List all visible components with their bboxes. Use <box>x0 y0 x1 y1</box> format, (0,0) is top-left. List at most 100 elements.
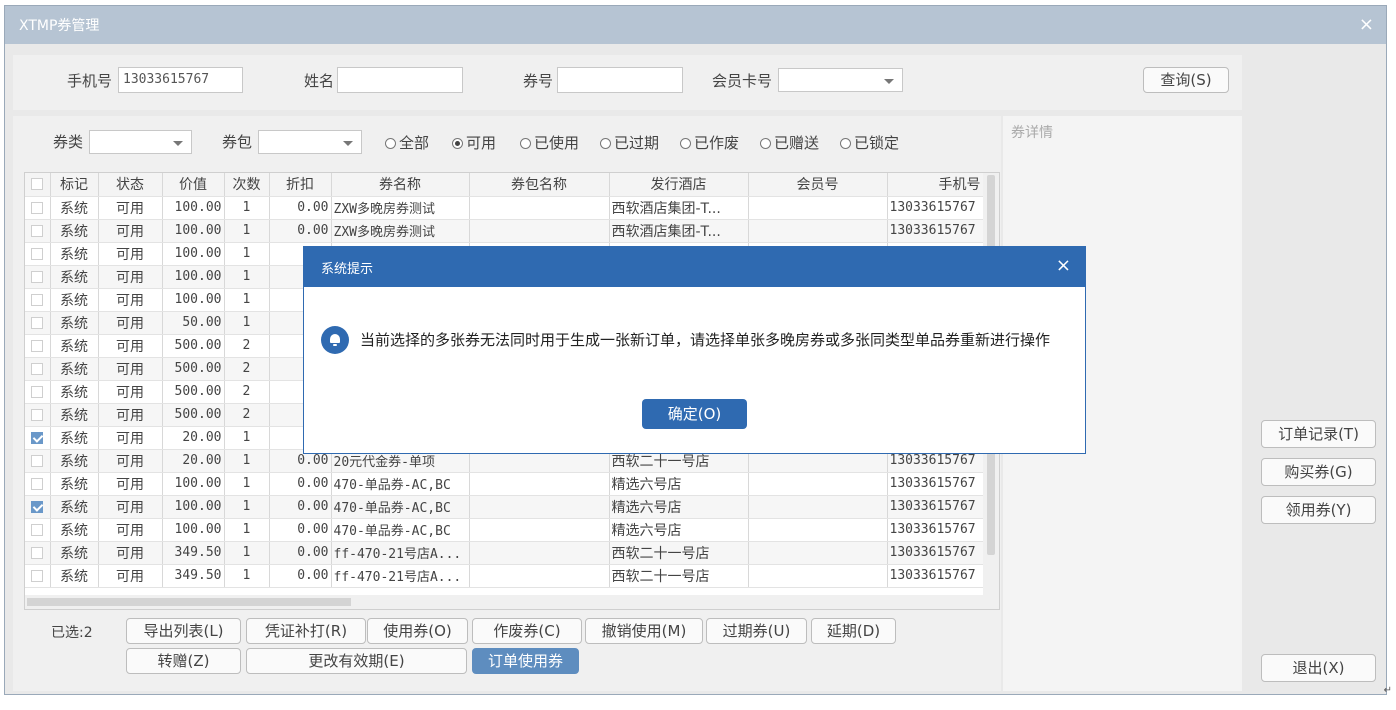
row-checkbox[interactable] <box>25 242 51 266</box>
cell-member <box>748 564 888 588</box>
column-header[interactable]: 状态 <box>98 173 163 197</box>
row-checkbox[interactable] <box>25 357 51 381</box>
radio-icon <box>520 138 531 149</box>
table-row[interactable]: 系统 可用 100.00 1 0.00 ZXW多晚房券测试 西软酒店集团-T... 13033… <box>25 196 984 220</box>
cell-phone: 13033615767 <box>887 495 984 519</box>
column-header[interactable]: 券名称 <box>331 173 470 197</box>
export-list-button[interactable]: 导出列表(L) <box>126 618 241 644</box>
cell-discount: 0.00 <box>269 472 332 496</box>
exit-button[interactable]: 退出(X) <box>1261 654 1376 682</box>
row-checkbox[interactable] <box>25 518 51 542</box>
voucher-type-select[interactable] <box>89 130 192 154</box>
row-checkbox[interactable] <box>25 449 51 473</box>
cell-status: 可用 <box>98 449 163 473</box>
row-checkbox[interactable] <box>25 564 51 588</box>
dialog-header: 系统提示 × <box>304 247 1085 287</box>
status-radio-voided[interactable]: 已作废 <box>680 132 739 153</box>
checkbox-icon <box>31 477 44 490</box>
cell-status: 可用 <box>98 242 163 266</box>
bell-icon <box>321 326 349 354</box>
select-all-checkbox[interactable] <box>25 173 51 197</box>
row-checkbox[interactable] <box>25 265 51 289</box>
phone-input[interactable]: 13033615767 <box>118 67 243 93</box>
voucher-no-input[interactable] <box>557 67 683 93</box>
cell-value: 500.00 <box>162 403 225 427</box>
cell-count: 1 <box>224 564 270 588</box>
row-checkbox[interactable] <box>25 219 51 243</box>
cell-discount: 0.00 <box>269 219 332 243</box>
column-header[interactable]: 券包名称 <box>469 173 610 197</box>
column-header[interactable]: 价值 <box>162 173 225 197</box>
checkbox-icon <box>31 408 44 421</box>
table-row[interactable]: 系统 可用 100.00 1 0.00 470-单品券-AC,BC 精选六号店 1303361… <box>25 472 984 496</box>
table-row[interactable]: 系统 可用 100.00 1 0.00 ZXW多晚房券测试 西软酒店集团-T... 13033… <box>25 219 984 243</box>
reprint-voucher-button[interactable]: 凭证补打(R) <box>246 618 366 644</box>
table-row[interactable]: 系统 可用 349.50 1 0.00 ff-470-21号店A... 西软二十一号店 130… <box>25 541 984 565</box>
column-header[interactable]: 次数 <box>224 173 270 197</box>
row-checkbox[interactable] <box>25 403 51 427</box>
row-checkbox[interactable] <box>25 472 51 496</box>
window-close-icon[interactable]: × <box>1359 14 1374 35</box>
status-radio-expired[interactable]: 已过期 <box>600 132 659 153</box>
status-radio-gifted[interactable]: 已赠送 <box>760 132 819 153</box>
status-radio-available[interactable]: 可用 <box>452 132 496 153</box>
row-checkbox[interactable] <box>25 541 51 565</box>
extend-button[interactable]: 延期(D) <box>811 618 896 644</box>
voucher-package-select[interactable] <box>258 130 362 154</box>
column-header[interactable]: 折扣 <box>269 173 332 197</box>
cell-count: 1 <box>224 265 270 289</box>
cell-count: 2 <box>224 334 270 358</box>
use-voucher-button[interactable]: 使用券(O) <box>367 618 468 644</box>
column-header[interactable]: 发行酒店 <box>609 173 749 197</box>
cell-count: 1 <box>224 518 270 542</box>
void-voucher-button[interactable]: 作废券(C) <box>472 618 582 644</box>
cell-value: 100.00 <box>162 472 225 496</box>
gift-button[interactable]: 转赠(Z) <box>126 648 241 674</box>
cancel-use-button[interactable]: 撤销使用(M) <box>585 618 703 644</box>
order-use-voucher-button[interactable]: 订单使用券 <box>472 648 579 674</box>
cell-hotel: 西软二十一号店 <box>609 564 749 588</box>
row-checkbox[interactable] <box>25 311 51 335</box>
status-radio-all[interactable]: 全部 <box>385 132 429 153</box>
table-row[interactable]: 系统 可用 100.00 1 0.00 470-单品券-AC,BC 精选六号店 1303361… <box>25 518 984 542</box>
order-records-button[interactable]: 订单记录(T) <box>1261 420 1376 448</box>
row-checkbox[interactable] <box>25 288 51 312</box>
cell-mark: 系统 <box>50 495 99 519</box>
claim-voucher-button[interactable]: 领用券(Y) <box>1261 496 1376 524</box>
table-row[interactable]: 系统 可用 349.50 1 0.00 ff-470-21号店A... 西软二十一号店 130… <box>25 564 984 588</box>
column-header[interactable]: 会员号 <box>748 173 888 197</box>
expire-voucher-button[interactable]: 过期券(U) <box>706 618 807 644</box>
row-checkbox[interactable] <box>25 495 51 519</box>
column-header[interactable]: 手机号 <box>887 173 984 197</box>
cell-hotel: 西软酒店集团-T... <box>609 196 749 220</box>
buy-voucher-button[interactable]: 购买券(G) <box>1261 458 1376 486</box>
cell-phone: 13033615767 <box>887 196 984 220</box>
name-input[interactable] <box>337 67 463 93</box>
cell-discount: 0.00 <box>269 541 332 565</box>
cell-status: 可用 <box>98 196 163 220</box>
status-radio-locked[interactable]: 已锁定 <box>840 132 899 153</box>
horizontal-scrollbar[interactable] <box>25 595 999 609</box>
query-button[interactable]: 查询(S) <box>1143 67 1229 93</box>
member-card-select[interactable] <box>778 68 903 92</box>
checkbox-icon <box>31 454 44 467</box>
close-icon[interactable]: × <box>1056 255 1071 276</box>
ok-button[interactable]: 确定(O) <box>642 399 747 429</box>
scrollbar-thumb[interactable] <box>27 598 351 606</box>
row-checkbox[interactable] <box>25 196 51 220</box>
cell-package <box>469 564 610 588</box>
checkbox-icon <box>31 201 44 214</box>
table-row[interactable]: 系统 可用 100.00 1 0.00 470-单品券-AC,BC 精选六号店 1303361… <box>25 495 984 519</box>
cell-mark: 系统 <box>50 426 99 450</box>
cell-status: 可用 <box>98 219 163 243</box>
checkbox-icon <box>31 293 44 306</box>
cell-value: 100.00 <box>162 288 225 312</box>
cell-status: 可用 <box>98 426 163 450</box>
row-checkbox[interactable] <box>25 334 51 358</box>
change-validity-button[interactable]: 更改有效期(E) <box>246 648 467 674</box>
row-checkbox[interactable] <box>25 426 51 450</box>
column-header[interactable]: 标记 <box>50 173 99 197</box>
status-radio-used[interactable]: 已使用 <box>520 132 579 153</box>
checkbox-icon <box>31 224 44 237</box>
row-checkbox[interactable] <box>25 380 51 404</box>
